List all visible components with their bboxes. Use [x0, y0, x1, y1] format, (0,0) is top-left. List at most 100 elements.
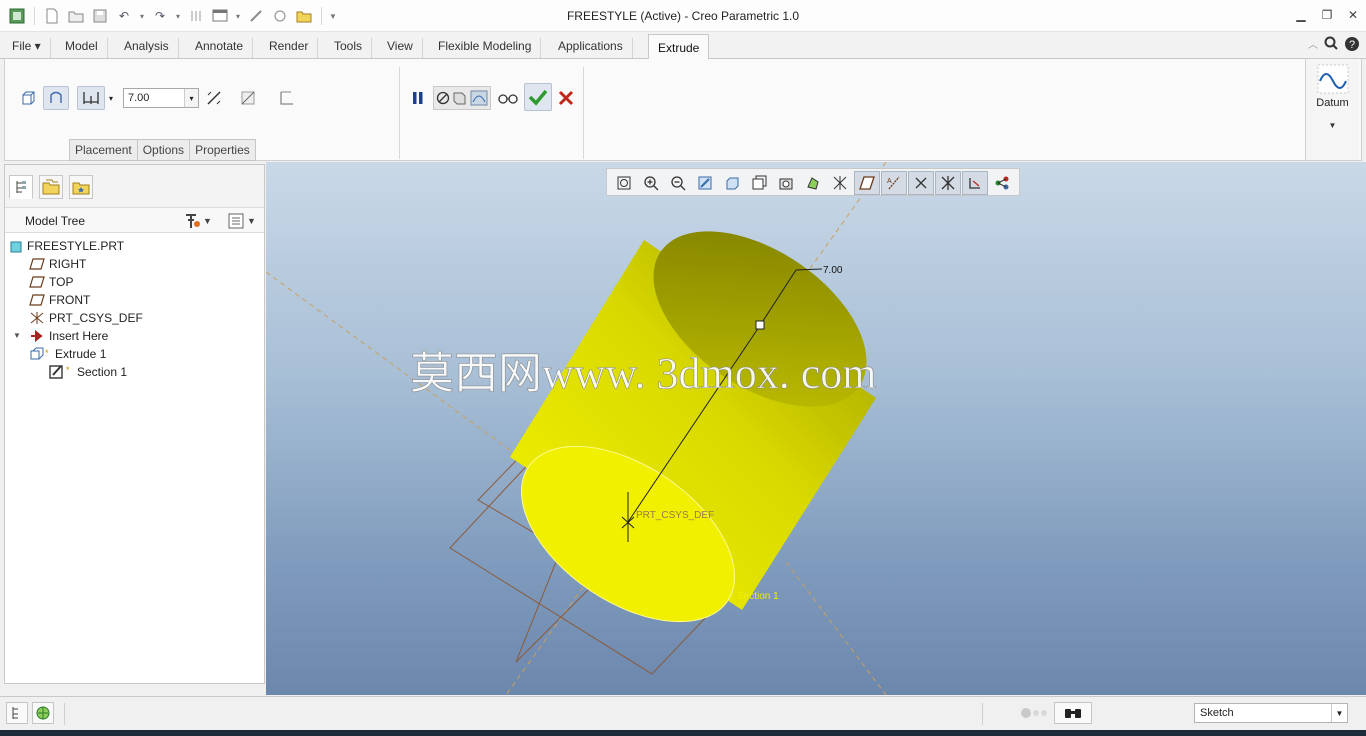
- status-separator: [64, 703, 65, 725]
- properties-tab[interactable]: Properties: [189, 139, 256, 161]
- pause-icon[interactable]: [405, 86, 431, 110]
- selection-filter[interactable]: Sketch ▼: [1194, 703, 1348, 723]
- flip-direction-icon[interactable]: [201, 86, 227, 110]
- zoom-in-icon[interactable]: [638, 171, 664, 195]
- dashboard-subtabs: Placement Options Properties: [69, 139, 256, 161]
- favorites-tab-icon[interactable]: [69, 175, 93, 199]
- datum-plane-icon: [29, 294, 45, 306]
- plane-display-icon[interactable]: [854, 171, 880, 195]
- window-controls: ▁ ❐ ✕: [1288, 4, 1366, 26]
- group-separator: [583, 67, 584, 159]
- saved-orientations-icon[interactable]: [746, 171, 772, 195]
- show-list-icon: [228, 213, 244, 229]
- restore-icon[interactable]: ❐: [1314, 4, 1340, 26]
- refit-icon[interactable]: [611, 171, 637, 195]
- status-bar: Sketch ▼: [0, 696, 1366, 730]
- extrude-dashboard: ▾ 7.00 ▾ Placement Options Properties Da…: [4, 59, 1362, 161]
- tree-item-prt-csys-def[interactable]: PRT_CSYS_DEF: [29, 309, 143, 327]
- show-navigator-icon[interactable]: [6, 702, 28, 724]
- part-icon: [10, 241, 22, 253]
- tab-extrude[interactable]: Extrude: [648, 34, 710, 60]
- show-button[interactable]: ▼: [227, 212, 256, 230]
- close-icon[interactable]: ✕: [1340, 4, 1366, 26]
- datum-label: Datum: [1316, 97, 1349, 109]
- sketch-icon: *: [49, 365, 70, 379]
- ribbon-tabs: File ▾ Model Analysis Annotate Render To…: [0, 32, 1366, 60]
- display-style-icon[interactable]: [719, 171, 745, 195]
- collapse-extrude-icon[interactable]: ▼: [13, 331, 21, 340]
- csys-display-icon[interactable]: [935, 171, 961, 195]
- depth-dropdown-icon[interactable]: ▾: [184, 89, 198, 107]
- minimize-ribbon-icon[interactable]: ︿: [1308, 36, 1318, 55]
- show-browser-icon[interactable]: [32, 702, 54, 724]
- tab-render[interactable]: Render: [260, 38, 319, 58]
- tree-item-insert-here[interactable]: Insert Here: [29, 327, 108, 345]
- depth-value-input[interactable]: 7.00 ▾: [123, 88, 199, 108]
- tab-tools[interactable]: Tools: [325, 38, 373, 58]
- depth-option-dropdown-icon[interactable]: ▾: [105, 86, 117, 110]
- tree-item-freestyle-prt[interactable]: FREESTYLE.PRT: [9, 237, 124, 255]
- status-separator: [982, 703, 983, 725]
- placement-tab[interactable]: Placement: [69, 139, 138, 161]
- depth-dimension-text[interactable]: 7.00: [823, 265, 843, 276]
- view-manager-icon[interactable]: [773, 171, 799, 195]
- model-tree-tab-icon[interactable]: [9, 175, 33, 199]
- window-title: FREESTYLE (Active) - Creo Parametric 1.0: [566, 9, 800, 23]
- cancel-icon[interactable]: [553, 86, 579, 110]
- confirm-icon[interactable]: [524, 83, 552, 111]
- depth-drag-handle[interactable]: [755, 320, 765, 330]
- model-tree-header: Model Tree ▼ ▼: [5, 207, 264, 233]
- model-tree-title: Model Tree: [25, 214, 86, 228]
- annotation-display-icon[interactable]: [962, 171, 988, 195]
- navigator-tabs: [5, 165, 264, 207]
- tree-item-extrude-1[interactable]: * Extrude 1: [29, 345, 106, 363]
- perspective-icon[interactable]: [800, 171, 826, 195]
- os-taskbar: [0, 730, 1366, 736]
- tab-model[interactable]: Model: [56, 38, 108, 58]
- depth-option-icon[interactable]: [77, 86, 105, 110]
- help-icon[interactable]: ?: [1344, 36, 1360, 55]
- minimize-icon[interactable]: ▁: [1288, 4, 1314, 26]
- tree-settings-button[interactable]: ▼: [183, 212, 212, 230]
- spin-center-icon[interactable]: [827, 171, 853, 195]
- svg-text:*: *: [66, 365, 70, 375]
- graphics-window[interactable]: 7.00 PRT_CSYS_DEF Section 1 莫西网www. 3dmo…: [266, 162, 1366, 695]
- axis-display-icon[interactable]: A: [881, 171, 907, 195]
- tree-item-right[interactable]: RIGHT: [29, 255, 86, 273]
- tree-item-front[interactable]: FRONT: [29, 291, 90, 309]
- dropdown-arrow-icon: ▼: [203, 216, 212, 226]
- search-icon[interactable]: [1324, 36, 1338, 55]
- tab-analysis[interactable]: Analysis: [115, 38, 179, 58]
- datum-button[interactable]: Datum ▼: [1305, 59, 1359, 160]
- tab-flexible-modeling[interactable]: Flexible Modeling: [429, 38, 542, 58]
- tab-view[interactable]: View: [378, 38, 423, 58]
- extrude-surface-icon[interactable]: [43, 86, 69, 110]
- preview-options-group: [433, 86, 491, 110]
- section-label: Section 1: [737, 591, 779, 602]
- datum-icon: [1317, 64, 1349, 94]
- datum-axis-line: [785, 561, 887, 695]
- repaint-icon[interactable]: [692, 171, 718, 195]
- verify-glasses-icon[interactable]: [495, 86, 521, 110]
- remove-material-icon[interactable]: [235, 86, 261, 110]
- filter-dropdown-icon[interactable]: ▼: [1331, 704, 1347, 722]
- tree-item-top[interactable]: TOP: [29, 273, 73, 291]
- file-menu-button[interactable]: File ▾: [3, 38, 51, 58]
- options-tab[interactable]: Options: [136, 139, 191, 161]
- zoom-out-icon[interactable]: [665, 171, 691, 195]
- extrude-icon: *: [30, 347, 49, 360]
- ribbon-right-controls: ︿ ?: [1308, 36, 1360, 55]
- datum-dropdown-icon[interactable]: ▼: [1306, 121, 1359, 130]
- annotation-network-icon[interactable]: [989, 171, 1015, 195]
- thicken-sketch-icon[interactable]: [273, 86, 299, 110]
- datum-plane-icon: [29, 276, 45, 288]
- tree-item-section-1[interactable]: * Section 1: [49, 363, 127, 381]
- svg-text:*: *: [45, 348, 49, 358]
- insert-arrow-icon: [31, 330, 43, 342]
- find-icon[interactable]: [1054, 702, 1092, 724]
- tab-applications[interactable]: Applications: [549, 38, 633, 58]
- point-display-icon[interactable]: [908, 171, 934, 195]
- extrude-solid-icon[interactable]: [15, 86, 41, 110]
- tab-annotate[interactable]: Annotate: [186, 38, 254, 58]
- folder-browser-tab-icon[interactable]: [39, 175, 63, 199]
